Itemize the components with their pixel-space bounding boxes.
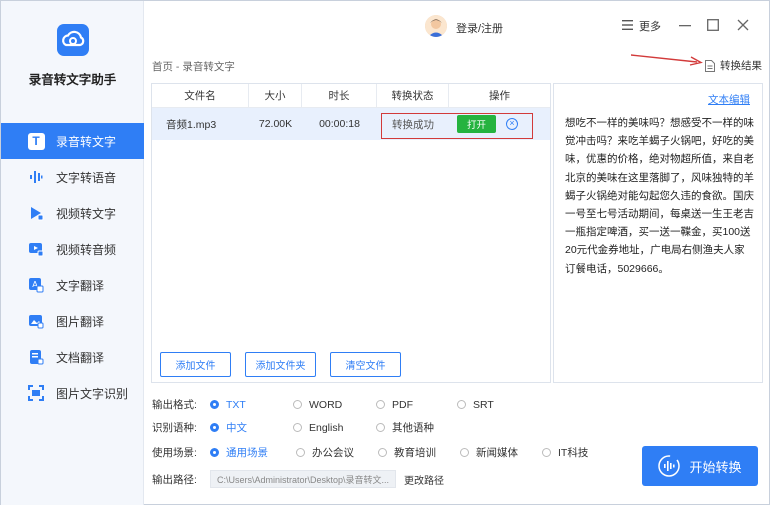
format-txt-radio[interactable]: TXT — [210, 399, 293, 411]
lang-other-radio[interactable]: 其他语种 — [376, 420, 434, 435]
app-logo-icon — [57, 24, 89, 56]
sidebar-item-label: 视频转音频 — [56, 242, 117, 257]
login-register-link[interactable]: 登录/注册 — [456, 20, 503, 36]
text-edit-link[interactable]: 文本编辑 — [708, 92, 750, 107]
sidebar-item-image-translate[interactable]: 图片翻译 — [1, 303, 144, 339]
column-header-status: 转换状态 — [377, 84, 449, 107]
annotation-arrow-icon — [631, 54, 703, 66]
text-t-icon: T — [27, 132, 45, 150]
sidebar-item-label: 图片文字识别 — [56, 386, 129, 401]
sidebar-item-label: 图片翻译 — [56, 314, 105, 329]
video-play-icon — [27, 204, 45, 222]
minimize-button[interactable] — [675, 15, 695, 35]
start-conversion-button[interactable]: 开始转换 — [642, 446, 758, 486]
output-path-row: 输出路径: C:\Users\Administrator\Desktop\录音转… — [152, 470, 444, 488]
audio-convert-icon — [658, 455, 681, 477]
sidebar-item-video-to-text[interactable]: 视频转文字 — [1, 195, 144, 231]
scene-news-radio[interactable]: 新闻媒体 — [460, 445, 542, 460]
audio-wave-icon — [27, 168, 45, 186]
sidebar-item-video-to-audio[interactable]: 视频转音频 — [1, 231, 144, 267]
file-duration: 00:00:18 — [319, 118, 360, 130]
top-bar: 登录/注册 更多 — [144, 1, 769, 51]
usage-scene-row: 使用场景: 通用场景 办公会议 教育培训 新闻媒体 IT科技 — [152, 445, 588, 460]
output-path-field[interactable]: C:\Users\Administrator\Desktop\录音转文... — [210, 470, 396, 488]
file-panel-buttons: 添加文件 添加文件夹 清空文件 — [160, 352, 401, 377]
sidebar-item-text-translate[interactable]: A 文字翻译 — [1, 267, 144, 303]
scene-it-radio[interactable]: IT科技 — [542, 445, 588, 460]
maximize-icon — [707, 19, 719, 31]
scene-office-radio[interactable]: 办公会议 — [296, 445, 378, 460]
output-format-row: 输出格式: TXT WORD PDF SRT — [152, 397, 494, 412]
scene-education-radio[interactable]: 教育培训 — [378, 445, 460, 460]
result-link-label: 转换结果 — [720, 60, 762, 72]
highlight-box — [381, 113, 533, 139]
file-name: 音频1.mp3 — [166, 118, 217, 131]
lang-english-radio[interactable]: English — [293, 422, 376, 434]
table-header: 文件名 大小 时长 转换状态 操作 — [152, 84, 550, 108]
sidebar-item-label: 视频转文字 — [56, 206, 117, 221]
format-srt-radio[interactable]: SRT — [457, 399, 494, 411]
sidebar-nav: T 录音转文字 文字转语音 视频转文字 视频转音频 A 文字翻译 图片翻译 文档… — [1, 123, 144, 411]
sidebar-item-ocr[interactable]: 图片文字识别 — [1, 375, 144, 411]
output-format-label: 输出格式: — [152, 399, 197, 411]
sidebar-item-text-to-speech[interactable]: 文字转语音 — [1, 159, 144, 195]
image-icon — [27, 312, 45, 330]
add-file-button[interactable]: 添加文件 — [160, 352, 231, 377]
scan-icon — [27, 384, 45, 402]
format-word-radio[interactable]: WORD — [293, 399, 376, 411]
sidebar-item-label: 录音转文字 — [56, 134, 117, 149]
more-menu-button[interactable]: 更多 — [622, 18, 661, 34]
sidebar-item-label: 文档翻译 — [56, 350, 105, 365]
sidebar-item-audio-to-text[interactable]: T 录音转文字 — [1, 123, 144, 159]
transcript-panel: 文本编辑 想吃不一样的美味吗？想感受不一样的味觉冲击吗？来吃羊蝎子火锅吧，好吃的… — [553, 83, 763, 383]
translate-icon: A — [27, 276, 45, 294]
document-icon — [27, 348, 45, 366]
path-label: 输出路径: — [152, 473, 197, 486]
change-path-button[interactable]: 更改路径 — [404, 472, 444, 487]
language-label: 识别语种: — [152, 422, 197, 434]
app-name: 录音转文字助手 — [28, 73, 117, 87]
sidebar: 录音转文字助手 T 录音转文字 文字转语音 视频转文字 视频转音频 A 文字翻译… — [1, 1, 144, 505]
scene-label: 使用场景: — [152, 447, 197, 459]
column-header-action: 操作 — [489, 90, 510, 102]
start-button-label: 开始转换 — [689, 459, 742, 475]
column-header-size: 大小 — [249, 84, 302, 107]
file-icon — [705, 59, 715, 72]
scene-general-radio[interactable]: 通用场景 — [210, 445, 296, 460]
sidebar-item-label: 文字翻译 — [56, 278, 105, 293]
sidebar-item-doc-translate[interactable]: 文档翻译 — [1, 339, 144, 375]
breadcrumb: 首页 - 录音转文字 — [152, 61, 235, 73]
add-folder-button[interactable]: 添加文件夹 — [245, 352, 316, 377]
maximize-button[interactable] — [703, 15, 723, 35]
close-icon — [737, 19, 749, 31]
avatar[interactable] — [425, 15, 447, 37]
minimize-icon — [679, 25, 691, 27]
close-window-button[interactable] — [733, 15, 753, 35]
transcript-text: 想吃不一样的美味吗？想感受不一样的味觉冲击吗？来吃羊蝎子火锅吧，好吃的美味，优惠… — [565, 117, 754, 275]
recognition-language-row: 识别语种: 中文 English 其他语种 — [152, 420, 434, 435]
video-audio-icon — [27, 240, 45, 258]
column-header-duration: 时长 — [302, 84, 377, 107]
file-size: 72.00K — [258, 118, 293, 130]
more-label: 更多 — [639, 21, 661, 33]
format-pdf-radio[interactable]: PDF — [376, 399, 457, 411]
menu-icon — [622, 19, 633, 33]
column-header-filename: 文件名 — [152, 84, 249, 107]
clear-files-button[interactable]: 清空文件 — [330, 352, 401, 377]
conversion-result-link[interactable]: 转换结果 — [705, 58, 762, 73]
lang-chinese-radio[interactable]: 中文 — [210, 420, 293, 435]
sidebar-item-label: 文字转语音 — [56, 170, 117, 185]
file-list-panel: 文件名 大小 时长 转换状态 操作 音频1.mp3 72.00K 00:00:1… — [151, 83, 551, 383]
